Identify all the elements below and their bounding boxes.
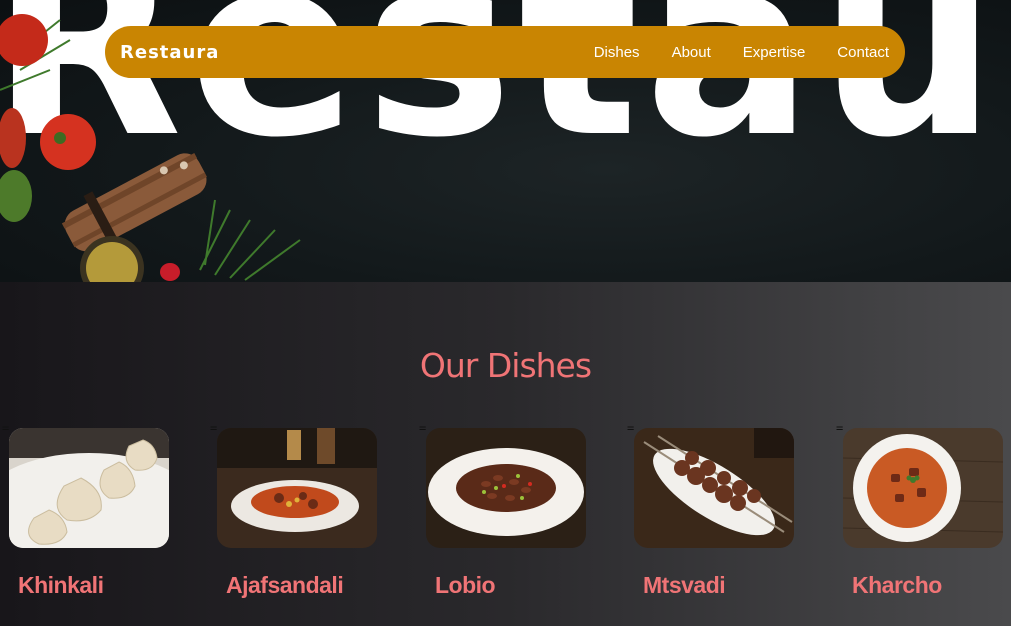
nav-link-dishes[interactable]: Dishes	[594, 44, 640, 61]
dish-name: Kharcho	[852, 572, 942, 598]
hero-banner: Restaura Restaura Dishes Ab	[0, 0, 1011, 282]
dish-card-lobio[interactable]: = Lobio	[419, 422, 588, 599]
card-marker: =	[419, 421, 427, 435]
dish-card-kharcho[interactable]: = Kharcho	[836, 422, 1005, 599]
dish-name: Mtsvadi	[643, 572, 726, 598]
section-title: Our Dishes	[419, 346, 592, 385]
dishes-section: Our Dishes = Khinkali = Ajafsandali = Lo…	[0, 282, 1011, 626]
nav-links: Dishes About Expertise Contact	[562, 44, 889, 61]
brand-logo[interactable]: Restaura	[120, 42, 219, 63]
dish-card-mtsvadi[interactable]: = Mtsvadi	[627, 422, 796, 599]
card-marker: =	[2, 421, 10, 435]
top-navbar: Restaura Dishes About Expertise Contact	[105, 26, 905, 78]
dish-image-lobio	[426, 428, 586, 548]
dish-name: Lobio	[435, 572, 496, 598]
dish-name: Ajafsandali	[226, 572, 344, 598]
nav-link-contact[interactable]: Contact	[837, 44, 889, 61]
card-marker: =	[627, 421, 635, 435]
dish-image-mtsvadi	[634, 428, 794, 548]
dish-image-kharcho	[843, 428, 1003, 548]
nav-link-about[interactable]: About	[672, 44, 711, 61]
dish-name: Khinkali	[18, 572, 104, 598]
card-marker: =	[836, 421, 844, 435]
dish-card-ajafsandali[interactable]: = Ajafsandali	[210, 422, 379, 599]
dish-image-khinkali	[9, 428, 169, 548]
dish-image-ajafsandali	[217, 428, 377, 548]
card-marker: =	[210, 421, 218, 435]
nav-link-expertise[interactable]: Expertise	[743, 44, 806, 61]
dish-card-khinkali[interactable]: = Khinkali	[2, 422, 171, 599]
